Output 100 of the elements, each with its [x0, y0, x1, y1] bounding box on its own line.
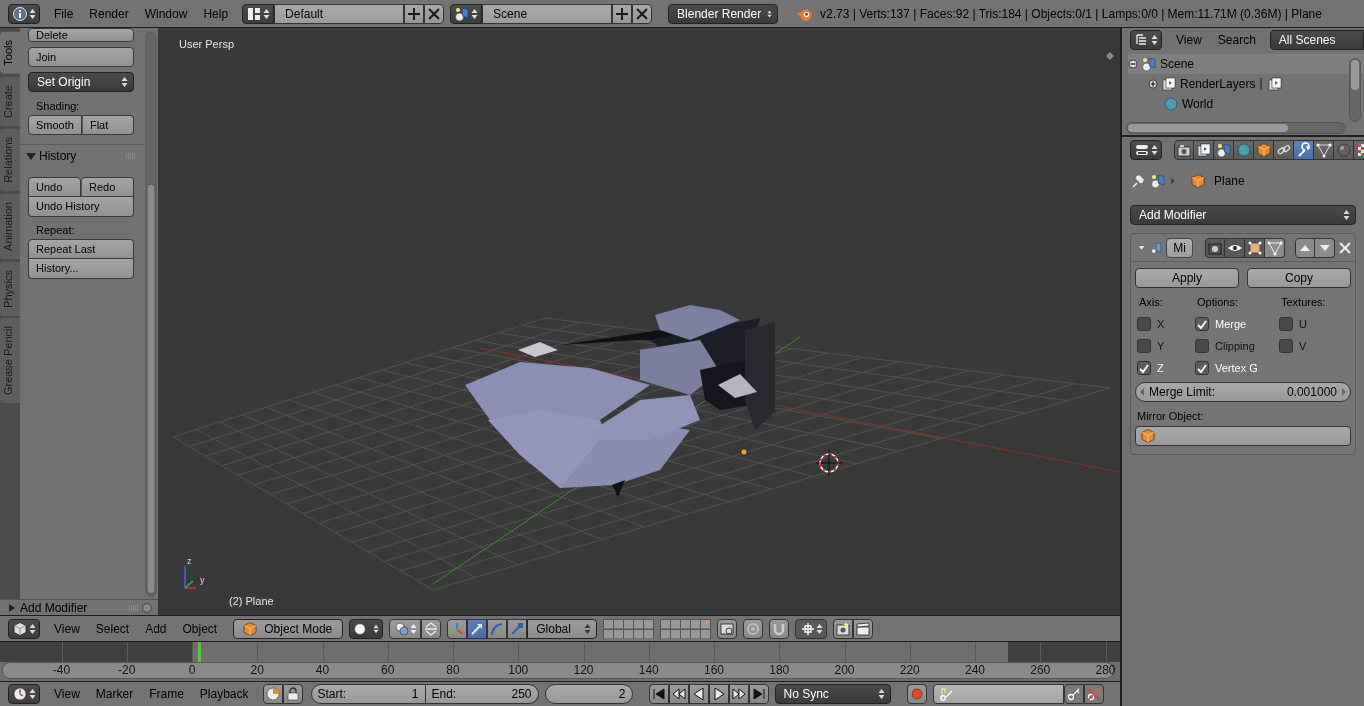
- current-frame-marker[interactable]: [197, 642, 201, 662]
- menu-item[interactable]: Add: [137, 621, 175, 636]
- editor-type-button[interactable]: [8, 684, 40, 704]
- render-engine-dropdown[interactable]: Blender Render: [668, 3, 779, 24]
- scene-field[interactable]: Scene: [482, 3, 613, 24]
- menu-item[interactable]: Select: [87, 621, 138, 636]
- render-image-button[interactable]: [833, 618, 854, 639]
- layer-grid[interactable]: [660, 618, 712, 639]
- keying-set-field[interactable]: [932, 684, 1064, 704]
- tree-item[interactable]: RenderLayers: [1180, 77, 1256, 91]
- panel-header[interactable]: History: [26, 149, 77, 163]
- context-tab[interactable]: [1254, 140, 1274, 160]
- scrollbar[interactable]: [1349, 58, 1361, 122]
- manipulator-button[interactable]: [507, 618, 528, 639]
- tool-button[interactable]: History...: [28, 259, 134, 279]
- context-tab[interactable]: [1174, 140, 1194, 160]
- checkbox[interactable]: [1195, 361, 1209, 375]
- camera-lock-button[interactable]: [717, 618, 738, 639]
- play-button[interactable]: [708, 684, 729, 704]
- record-button[interactable]: [906, 684, 927, 704]
- manipulator-button[interactable]: [487, 618, 508, 639]
- context-tab[interactable]: [1274, 140, 1294, 160]
- menu-item[interactable]: Window: [136, 6, 196, 21]
- context-tab[interactable]: [1194, 140, 1214, 160]
- current-frame-field[interactable]: 2: [544, 684, 633, 704]
- panel-header[interactable]: Add Modifier: [8, 600, 88, 615]
- tree-item[interactable]: Scene: [1160, 57, 1195, 71]
- jump-start-button[interactable]: [648, 684, 669, 704]
- tool-button[interactable]: Redo: [81, 177, 134, 197]
- checkbox[interactable]: [1195, 317, 1209, 331]
- axes-button[interactable]: [447, 618, 468, 639]
- menu-item[interactable]: File: [46, 6, 82, 21]
- modifier-toggle[interactable]: [1265, 237, 1285, 258]
- context-tab[interactable]: [1214, 140, 1234, 160]
- tool-button[interactable]: Delete: [28, 28, 134, 42]
- menu-item[interactable]: Object: [174, 621, 226, 636]
- mode-dropdown[interactable]: Object Mode: [233, 618, 344, 639]
- pie-button[interactable]: [262, 684, 283, 704]
- context-tab[interactable]: [1294, 140, 1314, 160]
- layer-grid[interactable]: [603, 618, 655, 639]
- shelf-tab[interactable]: Tools: [0, 32, 20, 74]
- display-mode-dropdown[interactable]: All Scenes: [1269, 30, 1364, 50]
- play-reverse-button[interactable]: [688, 684, 709, 704]
- menu-item[interactable]: Render: [81, 6, 137, 21]
- scrollbar[interactable]: [145, 32, 157, 597]
- modifier-toggle[interactable]: [1225, 237, 1245, 258]
- snap-dropdown[interactable]: [795, 618, 828, 639]
- close-icon[interactable]: [1339, 241, 1351, 254]
- modifier-button[interactable]: Apply: [1135, 268, 1239, 288]
- close-button[interactable]: [632, 3, 653, 24]
- scene-button[interactable]: [450, 3, 483, 24]
- expand-toggle[interactable]: [1148, 79, 1158, 89]
- fast-forward-button[interactable]: [728, 684, 749, 704]
- move-up-button[interactable]: [1295, 237, 1315, 258]
- menu-item[interactable]: Marker: [87, 687, 142, 701]
- 3d-cursor-icon[interactable]: [815, 449, 843, 477]
- start-frame-field[interactable]: Start: 1: [310, 684, 426, 704]
- checkbox[interactable]: [1137, 317, 1151, 331]
- shading-dropdown[interactable]: [349, 618, 384, 639]
- rewind-button[interactable]: [668, 684, 689, 704]
- tool-button[interactable]: Undo: [28, 177, 81, 197]
- key-button[interactable]: [1063, 684, 1084, 704]
- tool-button[interactable]: Join: [28, 47, 134, 67]
- tool-dropdown[interactable]: Set Origin: [28, 72, 134, 92]
- key-remove-button[interactable]: [1083, 684, 1104, 704]
- context-tab[interactable]: [1314, 140, 1334, 160]
- modifier-toggle[interactable]: [1205, 237, 1225, 258]
- pivot-dropdown[interactable]: [389, 618, 422, 639]
- layout-button[interactable]: [242, 3, 275, 24]
- tool-button[interactable]: Undo History: [28, 197, 134, 217]
- add-button[interactable]: [612, 3, 633, 24]
- checkbox[interactable]: [1279, 339, 1293, 353]
- clapper-button[interactable]: [853, 618, 874, 639]
- menu-item[interactable]: View: [1168, 33, 1210, 47]
- expand-toggle[interactable]: [1128, 59, 1138, 69]
- add-modifier-dropdown[interactable]: Add Modifier: [1130, 205, 1356, 225]
- checkbox[interactable]: [1195, 339, 1209, 353]
- modifier-toggle[interactable]: [1245, 237, 1265, 258]
- merge-limit-field[interactable]: Merge Limit: 0.001000: [1135, 382, 1351, 402]
- corner-handle-icon[interactable]: [1106, 52, 1114, 60]
- jump-end-button[interactable]: [748, 684, 769, 704]
- editor-type-button[interactable]: [1130, 140, 1162, 160]
- modifier-button[interactable]: Copy: [1247, 268, 1351, 288]
- editor-type-button[interactable]: [1130, 30, 1162, 50]
- manipulator-toggle[interactable]: [421, 618, 442, 639]
- menu-item[interactable]: Search: [1209, 33, 1264, 47]
- scrollbar[interactable]: [1126, 122, 1346, 134]
- sync-dropdown[interactable]: No Sync: [774, 684, 891, 704]
- checkbox[interactable]: [1137, 361, 1151, 375]
- menu-item[interactable]: View: [46, 687, 88, 701]
- tool-button[interactable]: Smooth: [28, 115, 82, 135]
- editor-type-button[interactable]: [8, 3, 40, 24]
- tool-button[interactable]: Flat: [81, 115, 134, 135]
- ring-button[interactable]: [743, 618, 764, 639]
- end-frame-field[interactable]: End: 250: [425, 684, 539, 704]
- tree-item[interactable]: World: [1182, 97, 1214, 111]
- menu-item[interactable]: Playback: [191, 687, 257, 701]
- menu-item[interactable]: Help: [195, 6, 237, 21]
- tool-button[interactable]: Repeat Last: [28, 239, 134, 259]
- add-button[interactable]: [404, 3, 425, 24]
